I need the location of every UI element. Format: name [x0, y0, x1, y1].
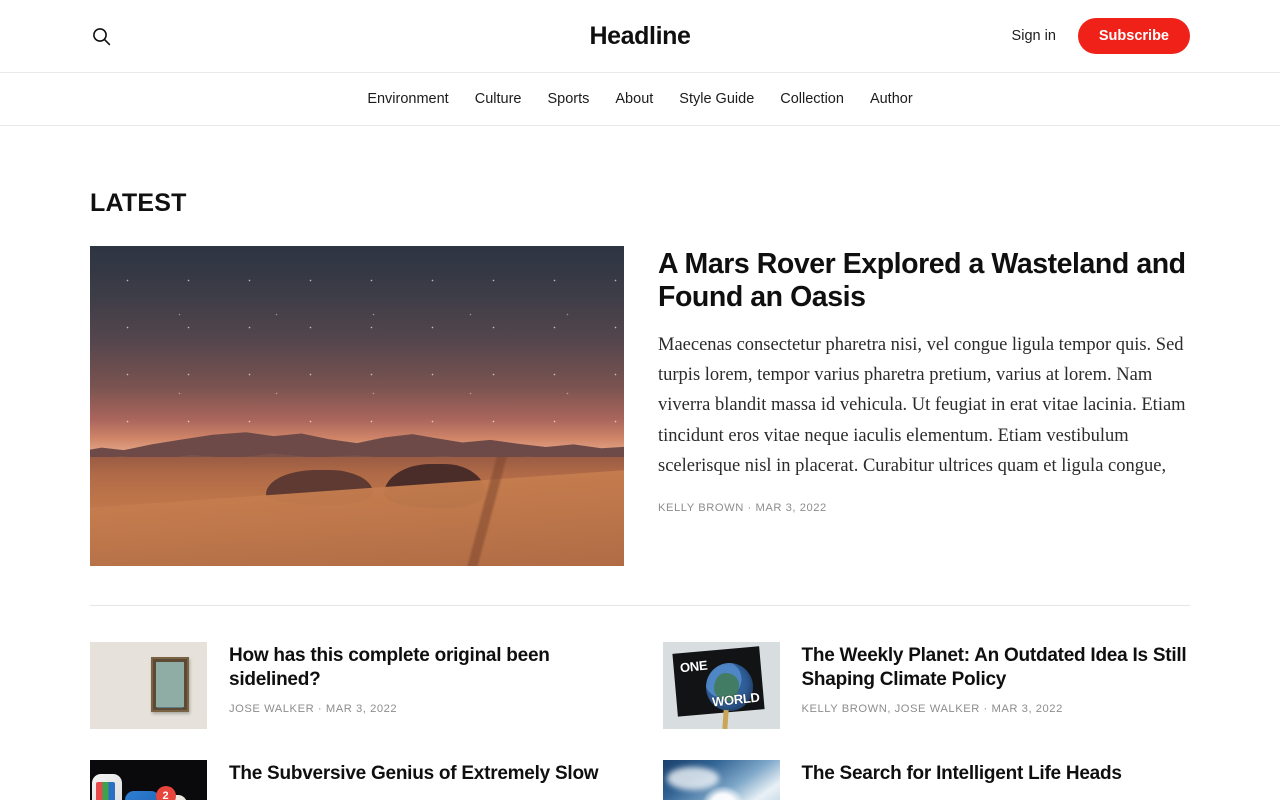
nav-item-style-guide[interactable]: Style Guide — [666, 91, 767, 107]
featured-article-date: MAR 3, 2022 — [755, 502, 826, 514]
article-card-meta: KELLY BROWN, JOSE WALKER · MAR 3, 2022 — [802, 703, 1191, 715]
article-card-title[interactable]: The Subversive Genius of Extremely Slow — [229, 762, 618, 786]
portrait-head — [162, 671, 179, 689]
section-heading-latest: LATEST — [90, 189, 1190, 218]
app-icon-blue — [125, 791, 160, 800]
meta-separator: · — [748, 502, 752, 514]
article-card-date: MAR 3, 2022 — [326, 703, 397, 715]
featured-article-image[interactable] — [90, 246, 624, 566]
site-header: Headline Sign in Subscribe — [0, 0, 1280, 73]
article-card-meta: JOSE WALKER · MAR 3, 2022 — [229, 703, 618, 715]
article-card-title[interactable]: The Search for Intelligent Life Heads — [802, 762, 1191, 786]
subscribe-button[interactable]: Subscribe — [1078, 18, 1190, 54]
article-thumbnail-one-world-protest-sign[interactable]: ONE WORLD — [663, 642, 780, 729]
article-card-date: MAR 3, 2022 — [992, 703, 1063, 715]
article-card-body: How has this complete original been side… — [229, 642, 618, 715]
nav-item-sports[interactable]: Sports — [534, 91, 602, 107]
article-thumbnail-bright-sky-clouds[interactable] — [663, 760, 780, 800]
featured-article-author: KELLY BROWN — [658, 502, 744, 514]
article-thumbnail-framed-portrait-painting[interactable] — [90, 642, 207, 729]
primary-nav: Environment Culture Sports About Style G… — [0, 73, 1280, 126]
article-card-author: KELLY BROWN, JOSE WALKER — [802, 703, 980, 715]
sign-in-link[interactable]: Sign in — [1012, 28, 1056, 44]
header-actions: Sign in Subscribe — [1012, 18, 1190, 54]
article-thumbnail-phone-home-screen-apps[interactable]: 2 — [90, 760, 207, 800]
nav-item-about[interactable]: About — [602, 91, 666, 107]
article-card-author: JOSE WALKER — [229, 703, 314, 715]
article-card-body: The Weekly Planet: An Outdated Idea Is S… — [802, 642, 1191, 715]
featured-article-body: A Mars Rover Explored a Wasteland and Fo… — [658, 246, 1190, 514]
protest-sign-stick — [723, 710, 729, 729]
notification-badge: 2 — [156, 786, 176, 800]
featured-article[interactable]: A Mars Rover Explored a Wasteland and Fo… — [90, 246, 1190, 566]
article-card-body: The Subversive Genius of Extremely Slow — [229, 760, 618, 797]
featured-article-meta: KELLY BROWN · MAR 3, 2022 — [658, 502, 1190, 514]
hero-stars — [90, 246, 624, 451]
featured-article-excerpt: Maecenas consectetur pharetra nisi, vel … — [658, 330, 1190, 482]
meta-separator: · — [984, 703, 988, 715]
app-icon-photos — [92, 774, 121, 800]
article-card-title[interactable]: How has this complete original been side… — [229, 644, 618, 692]
article-grid: How has this complete original been side… — [90, 606, 1190, 800]
article-card-title[interactable]: The Weekly Planet: An Outdated Idea Is S… — [802, 644, 1191, 692]
meta-separator: · — [318, 703, 322, 715]
nav-item-environment[interactable]: Environment — [354, 91, 461, 107]
hero-sand-tracks — [336, 457, 624, 566]
article-card-body: The Search for Intelligent Life Heads — [802, 760, 1191, 797]
article-card[interactable]: The Search for Intelligent Life Heads — [663, 760, 1191, 800]
article-card[interactable]: 2 The Subversive Genius of Extremely Slo… — [90, 760, 618, 800]
nav-item-culture[interactable]: Culture — [462, 91, 535, 107]
article-card[interactable]: How has this complete original been side… — [90, 642, 618, 729]
featured-article-title[interactable]: A Mars Rover Explored a Wasteland and Fo… — [658, 248, 1190, 315]
main-content: LATEST A Mars Rover Explored a Wasteland… — [90, 126, 1190, 800]
sun-glow — [702, 786, 744, 800]
portrait-torso — [157, 690, 183, 709]
article-card[interactable]: ONE WORLD The Weekly Planet: An Outdated… — [663, 642, 1191, 729]
nav-item-author[interactable]: Author — [857, 91, 926, 107]
picture-frame-icon — [151, 657, 190, 713]
nav-item-collection[interactable]: Collection — [767, 91, 857, 107]
